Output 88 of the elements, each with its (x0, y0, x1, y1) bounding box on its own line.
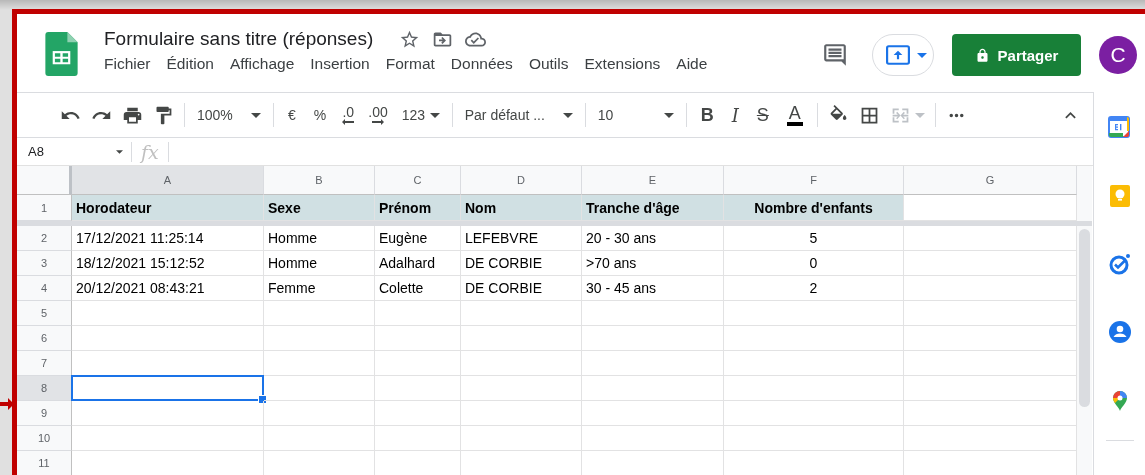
row-header[interactable]: 2 (17, 226, 72, 251)
strikethrough-button[interactable]: S (752, 101, 773, 129)
table-cell: Colette (375, 276, 461, 301)
row-header[interactable]: 10 (17, 426, 72, 451)
share-button[interactable]: Partager (952, 34, 1081, 76)
table-cell: LEFEBVRE (461, 226, 582, 251)
table-cell: 5 (724, 226, 904, 251)
menu-item[interactable]: Données (450, 55, 513, 73)
currency-button[interactable]: € (284, 101, 300, 129)
column-title-cell: Horodateur (72, 195, 264, 221)
sheets-logo-icon[interactable] (45, 32, 78, 76)
row-header[interactable]: 3 (17, 251, 72, 276)
menu-item[interactable]: Édition (166, 55, 214, 73)
bold-button[interactable]: B (696, 101, 718, 129)
number-format-dropdown[interactable]: 123 (399, 101, 442, 129)
caret-icon (251, 112, 261, 118)
column-title-cell: Prénom (375, 195, 461, 221)
person-icon[interactable] (1107, 320, 1132, 344)
table-cell: Adalhard (375, 251, 461, 276)
name-box[interactable]: A8 (17, 144, 131, 159)
column-title-cell: Nom (461, 195, 582, 221)
text-color-button[interactable]: A (782, 101, 807, 129)
table-cell: 0 (724, 251, 904, 276)
table-cell: 20/12/2021 08:43:21 (72, 276, 264, 301)
menu-item[interactable]: Fichier (104, 55, 151, 73)
screen-upload-icon (886, 45, 910, 65)
row-header[interactable]: 4 (17, 276, 72, 301)
selected-cell[interactable] (71, 375, 264, 401)
row-header[interactable]: 9 (17, 401, 72, 426)
caret-icon (917, 52, 927, 58)
table-cell: Homme (264, 226, 375, 251)
table-cell: 20 - 30 ans (582, 226, 724, 251)
table-cell: DE CORBIE (461, 251, 582, 276)
table-cell: Femme (264, 276, 375, 301)
comment-icon[interactable] (822, 42, 848, 68)
menu-item[interactable]: Extensions (584, 55, 661, 73)
scrollbar-thumb[interactable] (1079, 229, 1090, 407)
caret-icon (562, 112, 573, 118)
menu-item[interactable]: Affichage (229, 55, 295, 73)
menu-item[interactable]: Insertion (310, 55, 370, 73)
table-cell: 30 - 45 ans (582, 276, 724, 301)
menu-item[interactable]: Format (385, 55, 435, 73)
column-header[interactable]: E (582, 166, 724, 195)
menu-item[interactable]: Outils (528, 55, 569, 73)
row-header[interactable]: 7 (17, 351, 72, 376)
left-arrow-icon (342, 119, 355, 125)
row-header[interactable]: 6 (17, 326, 72, 351)
column-header[interactable]: G (904, 166, 1077, 195)
table-cell: 18/12/2021 15:12:52 (72, 251, 264, 276)
table-cell: >70 ans (582, 251, 724, 276)
menu-item[interactable]: Aide (676, 55, 708, 73)
column-title-cell: Tranche d'âge (582, 195, 724, 221)
right-arrow-icon (372, 119, 384, 125)
caret-icon (116, 149, 123, 154)
check-circle-icon[interactable] (1107, 252, 1132, 276)
caret-icon (429, 112, 440, 118)
table-cell: Eugène (375, 226, 461, 251)
column-header[interactable]: F (724, 166, 904, 195)
column-header[interactable]: C (375, 166, 461, 195)
row-header[interactable]: 8 (17, 376, 72, 401)
row-header[interactable]: 1 (17, 195, 72, 221)
table-cell: Homme (264, 251, 375, 276)
caret-icon (914, 112, 925, 118)
font-size-dropdown[interactable]: 10 (595, 101, 676, 129)
table-cell: DE CORBIE (461, 276, 582, 301)
calendar-icon[interactable] (1107, 116, 1132, 140)
caret-icon (663, 112, 674, 118)
row-header[interactable]: 5 (17, 301, 72, 326)
increase-decimals-button[interactable]: .00 (366, 101, 390, 129)
avatar[interactable]: C (1099, 36, 1137, 74)
function-label: fx (139, 140, 160, 163)
document-title[interactable]: Formulaire sans titre (réponses) (104, 28, 374, 50)
percent-button[interactable]: % (309, 101, 331, 129)
zoom-dropdown[interactable]: 100% (195, 101, 263, 129)
italic-button[interactable]: I (727, 101, 743, 129)
table-cell: 17/12/2021 11:25:14 (72, 226, 264, 251)
column-title-cell: Nombre d'enfants (724, 195, 904, 221)
column-header[interactable]: B (264, 166, 375, 195)
row-header[interactable]: 11 (17, 451, 72, 475)
column-header[interactable]: A (72, 166, 264, 195)
column-title-cell: Sexe (264, 195, 375, 221)
table-cell: 2 (724, 276, 904, 301)
present-button[interactable] (872, 34, 934, 76)
decrease-decimals-button[interactable]: .0 (340, 101, 357, 129)
fill-handle[interactable] (258, 395, 267, 404)
column-header[interactable]: D (461, 166, 582, 195)
font-dropdown[interactable]: Par défaut ... (462, 101, 575, 129)
star-icon[interactable] (399, 28, 421, 50)
